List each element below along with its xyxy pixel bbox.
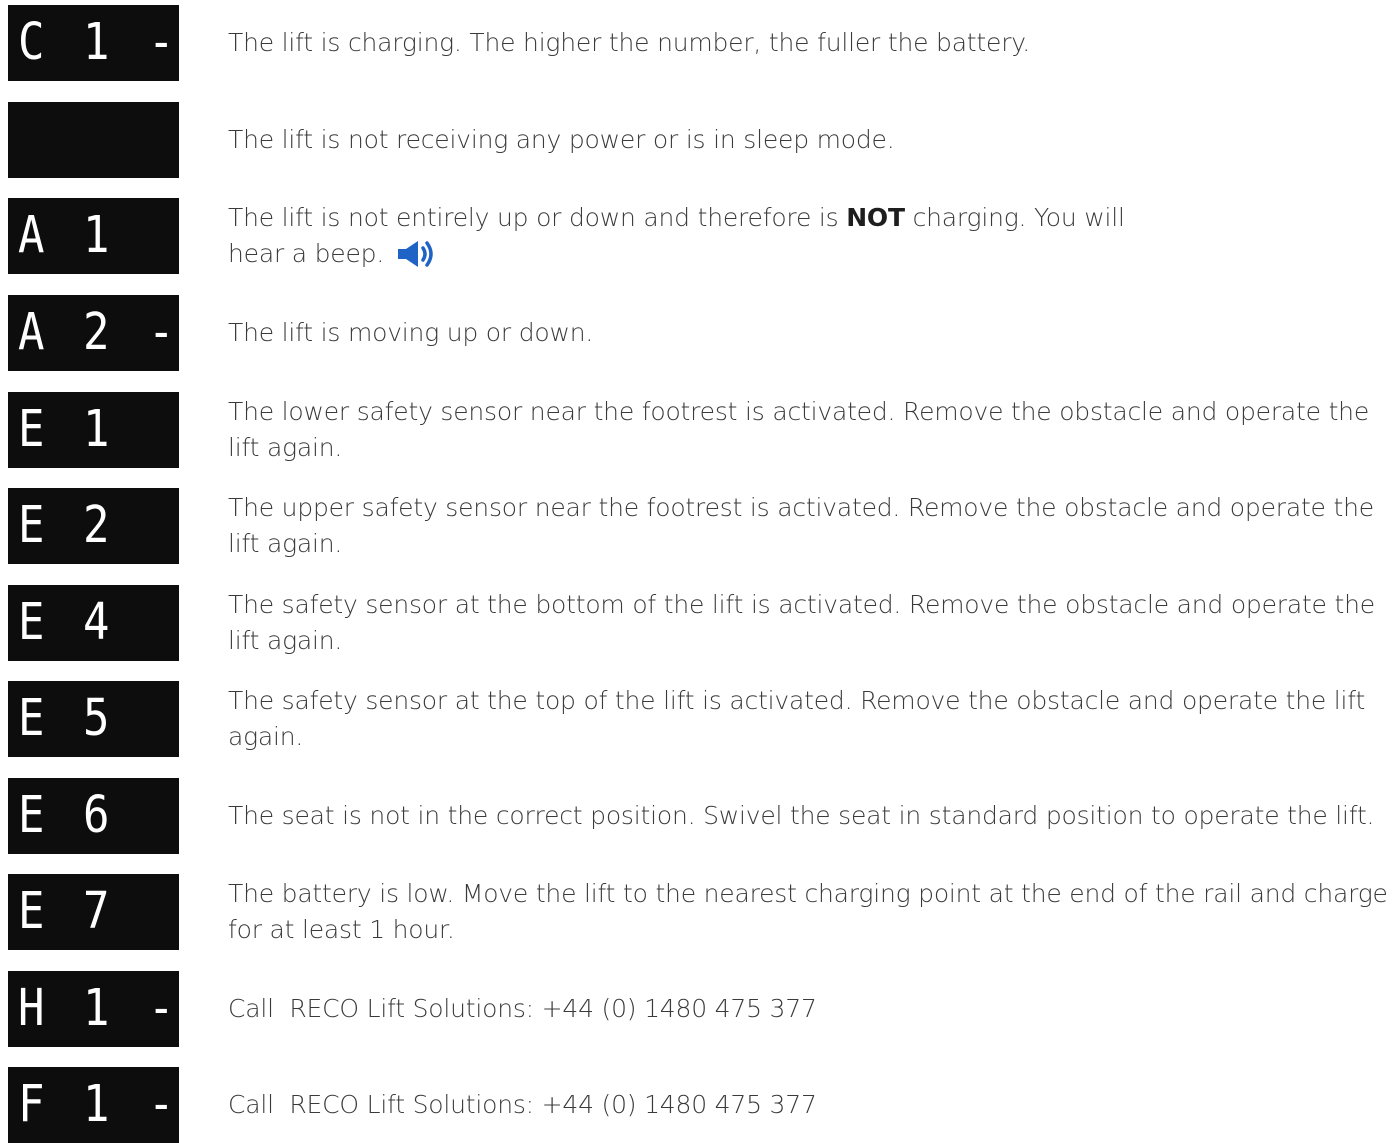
status-row-e7: E 7 The battery is low. Move the lift to… bbox=[0, 874, 1397, 950]
description-text: The upper safety sensor near the footres… bbox=[228, 493, 1374, 558]
display-code-badge: E 7 bbox=[8, 874, 179, 950]
description-text: The lift is moving up or down. bbox=[228, 318, 594, 347]
status-description: The lift is charging. The higher the num… bbox=[228, 5, 1388, 81]
status-row-moving: A 2 - 5 The lift is moving up or down. bbox=[0, 295, 1397, 371]
description-text: The lift is charging. The higher the num… bbox=[228, 28, 1031, 57]
display-code-badge bbox=[8, 102, 179, 178]
status-row-not-charging: A 1 The lift is not entirely up or down … bbox=[0, 198, 1397, 274]
description-text: The safety sensor at the bottom of the l… bbox=[228, 590, 1375, 655]
display-code: E 1 bbox=[18, 400, 116, 459]
display-code: E 5 bbox=[18, 689, 116, 748]
display-code: E 2 bbox=[18, 496, 116, 555]
description-text: Call RECO Lift Solutions: +44 (0) 1480 4… bbox=[228, 1090, 817, 1119]
description-text-part: hear a beep. bbox=[228, 239, 385, 268]
description-text: Call RECO Lift Solutions: +44 (0) 1480 4… bbox=[228, 994, 817, 1023]
display-code: E 4 bbox=[18, 593, 116, 652]
display-code: F 1 - 7 bbox=[18, 1075, 246, 1134]
display-code: H 1 - 2 bbox=[18, 979, 246, 1038]
description-text: The lower safety sensor near the footres… bbox=[228, 397, 1370, 462]
status-row-e6: E 6 The seat is not in the correct posit… bbox=[0, 778, 1397, 854]
status-description: The lift is moving up or down. bbox=[228, 295, 1388, 371]
display-code-badge: C 1 - 5 bbox=[8, 5, 239, 81]
display-code-badge: F 1 - 7 bbox=[8, 1067, 239, 1143]
display-code: A 1 bbox=[18, 206, 116, 265]
status-description: Call RECO Lift Solutions: +44 (0) 1480 4… bbox=[228, 971, 1388, 1047]
status-row-no-power: The lift is not receiving any power or i… bbox=[0, 102, 1397, 178]
description-text: The seat is not in the correct position.… bbox=[228, 801, 1375, 830]
status-description: The safety sensor at the bottom of the l… bbox=[228, 585, 1388, 661]
status-row-e5: E 5 The safety sensor at the top of the … bbox=[0, 681, 1397, 757]
description-text: The battery is low. Move the lift to the… bbox=[228, 879, 1388, 944]
status-row-e2: E 2 The upper safety sensor near the foo… bbox=[0, 488, 1397, 564]
display-code-badge: H 1 - 2 bbox=[8, 971, 239, 1047]
display-code: E 7 bbox=[18, 882, 116, 941]
status-description: The lower safety sensor near the footres… bbox=[228, 392, 1388, 468]
display-code: C 1 - 5 bbox=[18, 13, 246, 72]
status-row-h: H 1 - 2 Call RECO Lift Solutions: +44 (0… bbox=[0, 971, 1397, 1047]
speaker-icon bbox=[397, 241, 433, 267]
description-text: The lift is not entirely up or down and … bbox=[228, 200, 1388, 272]
display-code-badge: E 1 bbox=[8, 392, 179, 468]
display-code-badge: E 4 bbox=[8, 585, 179, 661]
status-description: The lift is not receiving any power or i… bbox=[228, 102, 1388, 178]
display-code-badge: A 2 - 5 bbox=[8, 295, 239, 371]
status-description: The upper safety sensor near the footres… bbox=[228, 488, 1388, 564]
description-text-part: charging. You will bbox=[904, 203, 1125, 232]
description-text: The safety sensor at the top of the lift… bbox=[228, 686, 1366, 751]
status-description: The seat is not in the correct position.… bbox=[228, 778, 1388, 854]
status-row-e1: E 1 The lower safety sensor near the foo… bbox=[0, 392, 1397, 468]
description-text-part: The lift is not entirely up or down and … bbox=[228, 203, 847, 232]
description-text: The lift is not receiving any power or i… bbox=[228, 125, 895, 154]
status-description: Call RECO Lift Solutions: +44 (0) 1480 4… bbox=[228, 1067, 1388, 1143]
display-code: E 6 bbox=[18, 786, 116, 845]
status-row-f: F 1 - 7 Call RECO Lift Solutions: +44 (0… bbox=[0, 1067, 1397, 1143]
display-code-badge: E 5 bbox=[8, 681, 179, 757]
status-row-e4: E 4 The safety sensor at the bottom of t… bbox=[0, 585, 1397, 661]
display-code-badge: A 1 bbox=[8, 198, 179, 274]
emphasis-not: NOT bbox=[846, 203, 905, 232]
display-code-badge: E 6 bbox=[8, 778, 179, 854]
status-row-charging: C 1 - 5 The lift is charging. The higher… bbox=[0, 5, 1397, 81]
status-description: The safety sensor at the top of the lift… bbox=[228, 681, 1388, 757]
status-description: The battery is low. Move the lift to the… bbox=[228, 874, 1388, 950]
display-code: A 2 - 5 bbox=[18, 303, 246, 362]
display-code-badge: E 2 bbox=[8, 488, 179, 564]
status-description: The lift is not entirely up or down and … bbox=[228, 198, 1388, 274]
